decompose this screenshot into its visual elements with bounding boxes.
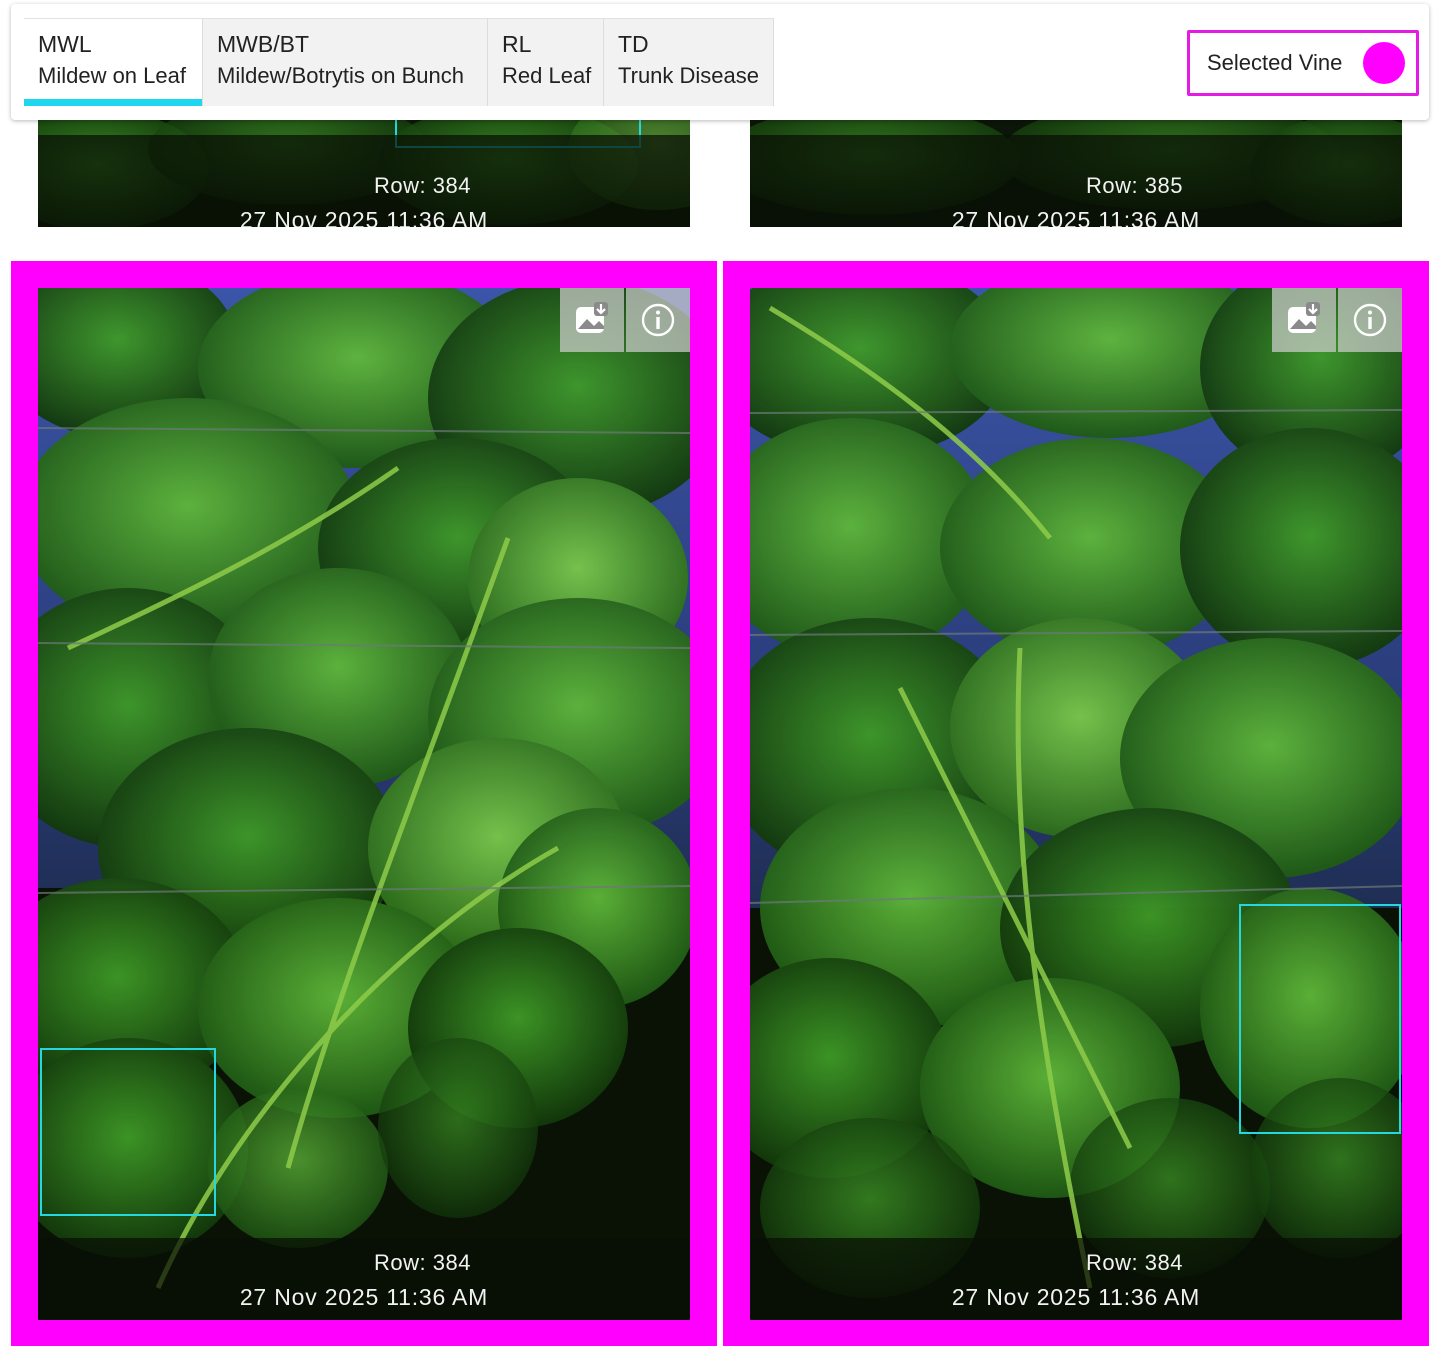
- photo-caption: Row: 385 27 Nov 2025 11:36 AM: [750, 135, 1402, 227]
- info-icon: [1353, 303, 1387, 337]
- tab-label: Mildew/Botrytis on Bunch: [217, 63, 464, 88]
- tab-code: TD: [618, 31, 649, 57]
- download-image-button[interactable]: [1272, 288, 1336, 352]
- vine-photo[interactable]: Row: 385 27 Nov 2025 11:36 AM: [750, 110, 1402, 227]
- selected-vine-legend: Selected Vine: [1187, 30, 1419, 96]
- photo-caption: Row: 384 27 Nov 2025 11:36 AM: [38, 135, 690, 227]
- tab-label: Trunk Disease: [618, 63, 760, 88]
- row-label: Row: 384: [374, 1250, 471, 1275]
- tab-code: MWB/BT: [217, 31, 309, 57]
- legend-color-swatch: [1363, 42, 1405, 84]
- info-icon: [641, 303, 675, 337]
- capture-timestamp: 27 Nov 2025 11:36 AM: [951, 1284, 1201, 1310]
- capture-timestamp: 27 Nov 2025 11:36 AM: [951, 207, 1201, 227]
- download-image-button[interactable]: [560, 288, 624, 352]
- row-label: Row: 384: [374, 173, 471, 198]
- capture-timestamp: 27 Nov 2025 11:36 AM: [239, 1284, 489, 1310]
- row-label: Row: 384: [1086, 1250, 1183, 1275]
- tab-label: Red Leaf: [502, 63, 592, 88]
- tab-trunk-disease[interactable]: TD Trunk Disease: [604, 18, 774, 106]
- legend-label: Selected Vine: [1207, 50, 1343, 75]
- selected-vine-card[interactable]: Row: 384 27 Nov 2025 11:36 AM: [11, 261, 717, 1346]
- tab-code: RL: [502, 31, 532, 57]
- row-label: Row: 385: [1086, 173, 1183, 198]
- vine-photo[interactable]: Row: 384 27 Nov 2025 11:36 AM: [38, 110, 690, 227]
- photo-caption: Row: 384 27 Nov 2025 11:36 AM: [38, 1238, 690, 1320]
- disease-tabs: MWL Mildew on Leaf MWB/BT Mildew/Botryti…: [24, 18, 774, 106]
- info-button[interactable]: [1338, 288, 1402, 352]
- photo-caption: Row: 384 27 Nov 2025 11:36 AM: [750, 1238, 1402, 1320]
- image-download-icon: [1288, 302, 1320, 333]
- vine-card[interactable]: Row: 384 27 Nov 2025 11:36 AM: [38, 110, 690, 227]
- info-button[interactable]: [626, 288, 690, 352]
- tab-label: Mildew on Leaf: [38, 63, 186, 88]
- tab-code: MWL: [38, 31, 92, 57]
- vine-image: [38, 288, 690, 1320]
- vine-card[interactable]: Row: 385 27 Nov 2025 11:36 AM: [750, 110, 1402, 227]
- active-tab-indicator: [24, 99, 202, 106]
- capture-timestamp: 27 Nov 2025 11:36 AM: [239, 207, 489, 227]
- tab-red-leaf[interactable]: RL Red Leaf: [488, 18, 604, 106]
- vine-photo[interactable]: Row: 384 27 Nov 2025 11:36 AM: [750, 288, 1402, 1320]
- toolbar-header: MWL Mildew on Leaf MWB/BT Mildew/Botryti…: [11, 4, 1429, 120]
- image-download-icon: [576, 302, 608, 333]
- vine-image: [750, 288, 1402, 1320]
- tab-mildew-on-leaf[interactable]: MWL Mildew on Leaf: [24, 18, 203, 106]
- selected-vine-card[interactable]: Row: 384 27 Nov 2025 11:36 AM: [723, 261, 1429, 1346]
- tab-mildew-botrytis-on-bunch[interactable]: MWB/BT Mildew/Botrytis on Bunch: [203, 18, 488, 106]
- vine-photo[interactable]: Row: 384 27 Nov 2025 11:36 AM: [38, 288, 690, 1320]
